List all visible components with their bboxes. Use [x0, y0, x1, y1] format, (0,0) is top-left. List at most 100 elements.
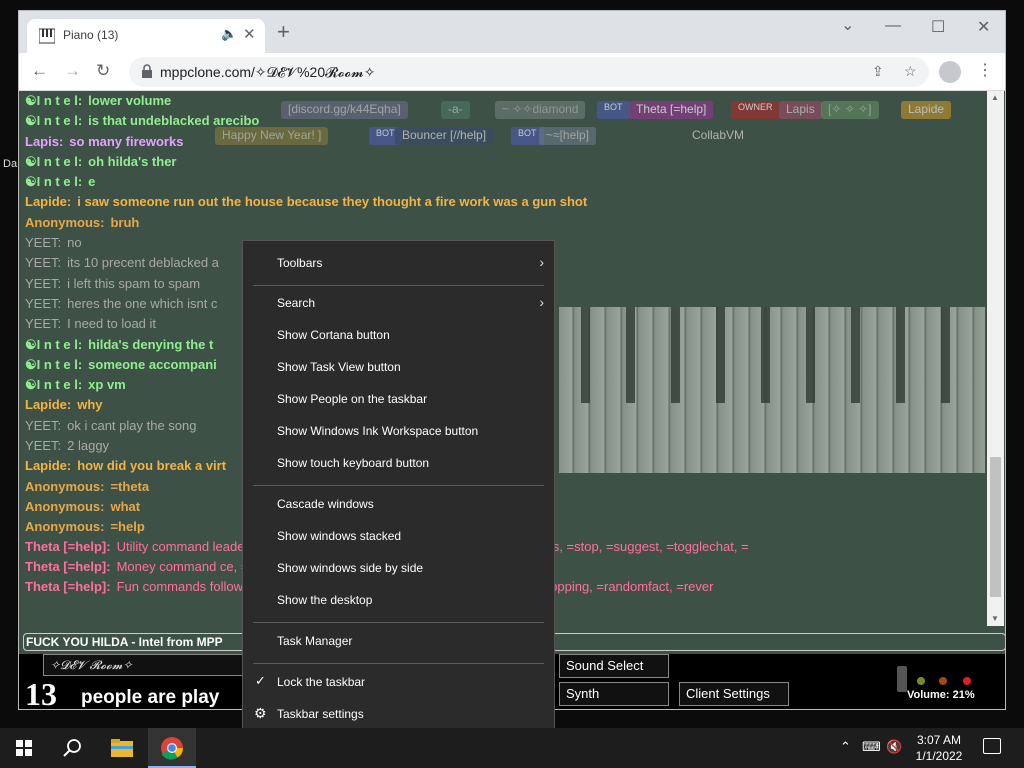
client-settings-button[interactable]: Client Settings [679, 682, 789, 706]
menu-item-label: Show touch keyboard button [277, 456, 430, 470]
menu-item-taskbar-settings[interactable]: Taskbar settings ⚙ [243, 700, 554, 730]
menu-item-cascade-windows[interactable]: Cascade windows [243, 490, 554, 520]
tab-search-dropdown-icon[interactable]: ⌄ [841, 15, 854, 35]
menu-item-show-task-view-button[interactable]: Show Task View button [243, 353, 554, 383]
menu-item-show-the-desktop[interactable]: Show the desktop [243, 586, 554, 616]
clock[interactable]: 3:07 AM 1/1/2022 [914, 732, 964, 764]
chat-message: ☯I n t e l: is that undeblacked arecibo [25, 111, 985, 131]
player-count: 13 [25, 676, 57, 710]
scroll-down-icon[interactable]: ▼ [991, 614, 999, 623]
chat-text: bruh [110, 214, 140, 230]
chat-nick: Theta [=help]: [25, 578, 111, 594]
menu-separator [253, 663, 544, 664]
chat-text: ok i cant play the song [67, 417, 197, 433]
chat-nick: Theta [=help]: [25, 538, 111, 554]
chat-text: no [67, 235, 82, 251]
chat-nick: YEET: [25, 438, 62, 454]
network-icon[interactable]: ⌨ [862, 739, 881, 755]
tab-close-icon[interactable]: ✕ [243, 25, 256, 43]
chat-message: Anonymous: bruh [25, 213, 985, 233]
lock-icon [142, 64, 152, 78]
menu-item-label: Toolbars [277, 256, 323, 270]
clock-date: 1/1/2022 [915, 749, 963, 763]
chat-message: ☯I n t e l: e [25, 172, 985, 192]
chat-text: =theta [110, 478, 150, 494]
menu-item-show-people-on-the-taskbar[interactable]: Show People on the taskbar [243, 385, 554, 415]
menu-item-toolbars[interactable]: Toolbars › [243, 249, 554, 279]
reload-icon[interactable]: ↻ [96, 61, 110, 81]
show-hidden-icons-icon[interactable]: ⌃ [840, 739, 851, 755]
speaker-icon[interactable]: 🔈 [221, 26, 237, 42]
menu-item-label: Show windows side by side [277, 561, 424, 575]
chat-text: xp vm [88, 377, 126, 393]
checkmark-icon: ✓ [255, 673, 266, 688]
chat-text: lower volume [88, 93, 172, 108]
chat-text: hilda's denying the t [88, 336, 214, 352]
url-text: mppclone.com/✧𝓓𝓔𝓥%20𝓡𝓸𝓸𝓶✧ [160, 64, 376, 80]
forward-arrow-icon[interactable]: → [64, 61, 81, 81]
chat-nick: Lapide: [25, 397, 72, 413]
new-tab-button[interactable]: + [277, 21, 290, 43]
menu-kebab-icon[interactable]: ⋮ [977, 60, 993, 80]
chat-message: ☯I n t e l: oh hilda's ther [25, 152, 985, 172]
chat-nick: Lapide: [25, 458, 72, 474]
synth-button[interactable]: Synth [559, 682, 669, 706]
profile-avatar-icon[interactable] [939, 61, 961, 83]
chat-text: its 10 precent deblacked a [67, 255, 219, 271]
gear-icon: ⚙ [254, 705, 267, 721]
menu-item-label: Show Windows Ink Workspace button [277, 424, 479, 438]
tab-piano[interactable]: Piano (13) 🔈 ✕ [27, 19, 265, 53]
back-arrow-icon[interactable]: ← [31, 61, 48, 81]
chat-nick: Anonymous: [25, 498, 105, 514]
start-icon[interactable] [0, 728, 48, 768]
menu-item-label: Cascade windows [277, 497, 374, 511]
menu-item-show-touch-keyboard-button[interactable]: Show touch keyboard button [243, 449, 554, 479]
room-selector[interactable]: ✧𝓓𝓔𝓥 𝓡𝓸𝓸𝓶✧ [43, 654, 243, 676]
chat-nick: ☯I n t e l: [25, 174, 83, 190]
maximize-button[interactable]: ☐ [931, 17, 945, 37]
address-bar[interactable]: mppclone.com/✧𝓓𝓔𝓥%20𝓡𝓸𝓸𝓶✧ ⇪ ☆ [129, 57, 929, 87]
chat-nick: ☯I n t e l: [25, 113, 83, 129]
notification-icon[interactable] [983, 738, 1001, 754]
menu-item-show-cortana-button[interactable]: Show Cortana button [243, 321, 554, 351]
minimize-button[interactable]: — [885, 17, 901, 35]
menu-item-label: Show Cortana button [277, 328, 390, 342]
chat-nick: YEET: [25, 235, 62, 251]
menu-item-label: Show People on the taskbar [277, 392, 428, 406]
chat-text: what [110, 498, 141, 514]
tab-title: Piano (13) [63, 28, 119, 42]
chat-nick: Theta [=help]: [25, 558, 111, 574]
chat-nick: ☯I n t e l: [25, 93, 83, 108]
menu-item-label: Taskbar settings [277, 707, 364, 721]
scroll-thumb[interactable] [990, 457, 1001, 597]
bookmark-star-icon[interactable]: ☆ [904, 63, 917, 80]
menu-item-label: Show Task View button [277, 360, 401, 374]
menu-item-task-manager[interactable]: Task Manager [243, 627, 554, 657]
menu-item-show-windows-stacked[interactable]: Show windows stacked [243, 522, 554, 552]
status-led-orange [939, 677, 947, 685]
chat-nick: ☯I n t e l: [25, 336, 83, 352]
chat-nick: ☯I n t e l: [25, 153, 83, 169]
chrome-icon[interactable] [148, 728, 196, 768]
sound-select-button[interactable]: Sound Select [559, 654, 669, 678]
menu-item-show-windows-side-by-side[interactable]: Show windows side by side [243, 554, 554, 584]
search-icon[interactable] [48, 728, 96, 768]
scroll-up-icon[interactable]: ▲ [991, 93, 999, 102]
menu-item-search[interactable]: Search › [243, 289, 554, 319]
menu-item-label: Search [277, 296, 316, 310]
chat-nick: YEET: [25, 295, 62, 311]
file-explorer-icon[interactable] [98, 728, 146, 768]
close-window-button[interactable]: ✕ [977, 17, 990, 37]
taskbar: ⌃ ⌨ 🔇 3:07 AM 1/1/2022 [0, 728, 1024, 768]
menu-item-lock-the-taskbar[interactable]: Lock the taskbar ✓ [243, 668, 554, 698]
chat-scrollbar[interactable]: ▲ ▼ [987, 91, 1004, 626]
chat-text: oh hilda's ther [88, 153, 177, 169]
volume-slider[interactable] [897, 666, 907, 692]
menu-separator [253, 622, 544, 623]
menu-item-show-windows-ink-workspace-button[interactable]: Show Windows Ink Workspace button [243, 417, 554, 447]
chat-text: heres the one which isnt c [67, 295, 218, 311]
share-icon[interactable]: ⇪ [872, 63, 884, 80]
menu-item-label: Task Manager [277, 634, 353, 648]
menu-item-label: Lock the taskbar [277, 675, 366, 689]
speaker-muted-icon[interactable]: 🔇 [886, 739, 902, 755]
